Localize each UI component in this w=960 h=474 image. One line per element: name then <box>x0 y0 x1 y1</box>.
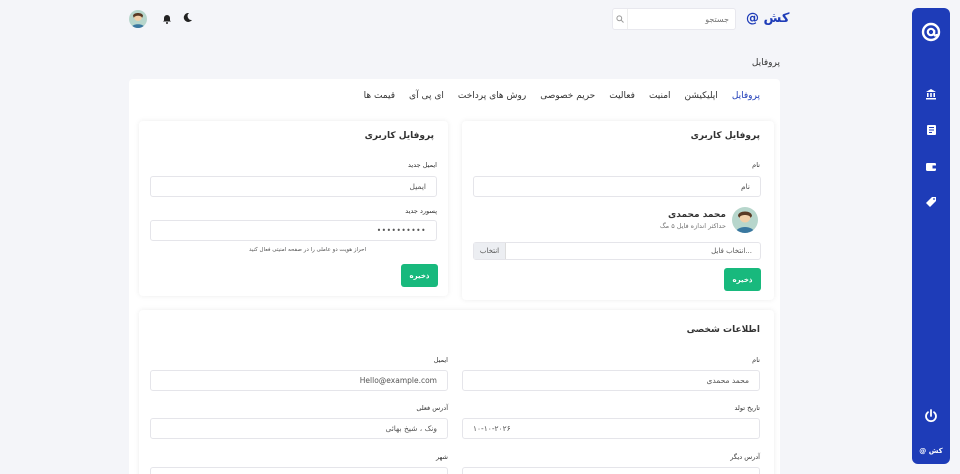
other-address-label: آدرس دیگر <box>730 453 760 461</box>
tab-security[interactable]: امنیت <box>649 91 671 101</box>
search-icon[interactable] <box>613 9 628 29</box>
file-input[interactable]: انتخاب انتخاب فایل... <box>473 242 761 260</box>
name-label: نام <box>752 356 760 364</box>
profile-card: پروفایل کاربری نام نام محمد محمدی حداکثر… <box>462 121 774 300</box>
brand-logo[interactable]: کش @ <box>746 11 789 26</box>
save-button[interactable]: ذخیره <box>724 268 761 291</box>
sidebar: @ کش <box>912 8 950 464</box>
name-field[interactable]: محمد محمدی <box>462 370 760 391</box>
new-password-label: پسورد جدید <box>405 207 437 215</box>
tag-icon[interactable] <box>923 194 939 210</box>
page-title: پروفایل <box>751 58 780 68</box>
save-button[interactable]: ذخیره <box>401 264 438 287</box>
moon-icon[interactable] <box>182 12 193 23</box>
tab-profile[interactable]: پروفایل <box>732 91 760 101</box>
tab-activity[interactable]: فعالیت <box>609 91 635 101</box>
name-label: نام <box>752 161 760 169</box>
two-factor-hint: احراز هویت دو عاملی را در صفحه امنیتی فع… <box>248 247 366 253</box>
main-panel: پروفایل اپلیکیشن امنیت فعالیت حریم خصوصی… <box>129 79 780 474</box>
user-name: محمد محمدی <box>668 210 726 220</box>
account-card-title: پروفایل کاربری <box>364 131 434 141</box>
email-field[interactable]: Hello@example.com <box>150 370 448 391</box>
bell-icon[interactable] <box>162 13 172 24</box>
sidebar-brand: @ کش <box>919 447 943 455</box>
choose-file-button[interactable]: انتخاب <box>474 243 506 259</box>
new-email-label: ایمیل جدید <box>408 161 437 169</box>
tab-payment-methods[interactable]: روش های پرداخت <box>458 91 526 101</box>
name-field[interactable]: نام <box>473 176 761 197</box>
email-label: ایمیل <box>433 356 448 364</box>
current-address-field[interactable]: ونک ، شیخ بهائی <box>150 418 448 439</box>
file-name: انتخاب فایل... <box>711 247 752 255</box>
personal-info-card: اطلاعات شخصی نام محمد محمدی ایمیل Hello@… <box>139 310 774 474</box>
birth-date-label: تاریخ تولد <box>734 404 760 412</box>
new-password-field[interactable]: •••••••••• <box>150 220 437 241</box>
user-hint: حداکثر اندازه فایل ۵ مگ <box>659 222 726 230</box>
topbar: کش @ <box>0 0 905 40</box>
tab-application[interactable]: اپلیکیشن <box>685 91 718 101</box>
birth-date-field[interactable]: ۱۰-۱۰-۲۰۲۶ <box>462 418 760 439</box>
wallet-icon[interactable] <box>923 158 939 174</box>
new-email-field[interactable]: ایمیل <box>150 176 437 197</box>
at-logo-icon[interactable] <box>921 22 941 42</box>
personal-info-title: اطلاعات شخصی <box>686 325 760 335</box>
tab-prices[interactable]: قیمت ها <box>364 91 395 101</box>
profile-tabs: پروفایل اپلیکیشن امنیت فعالیت حریم خصوصی… <box>364 91 760 101</box>
profile-card-title: پروفایل کاربری <box>690 131 760 141</box>
tab-api[interactable]: ای پی آی <box>409 91 444 101</box>
other-address-field[interactable] <box>462 467 760 474</box>
tab-privacy[interactable]: حریم خصوصی <box>540 91 595 101</box>
search-input[interactable] <box>628 10 735 28</box>
search-box <box>612 8 736 30</box>
current-address-label: آدرس فعلی <box>416 404 448 412</box>
account-card: پروفایل کاربری ایمیل جدید ایمیل پسورد جد… <box>139 121 448 296</box>
avatar[interactable] <box>129 10 147 28</box>
profile-avatar <box>732 207 758 233</box>
power-icon[interactable] <box>923 408 939 424</box>
bank-icon[interactable] <box>923 86 939 102</box>
receipt-icon[interactable] <box>923 122 939 138</box>
city-label: شهر <box>435 453 448 461</box>
city-field[interactable] <box>150 467 448 474</box>
